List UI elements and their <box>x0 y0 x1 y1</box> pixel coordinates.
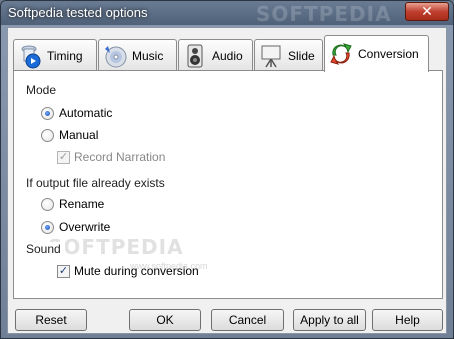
clock-icon <box>21 45 41 68</box>
help-button[interactable]: Help <box>372 309 443 331</box>
options-dialog: Softpedia tested options SOFTPEDIA ✕ Tim… <box>0 0 454 339</box>
mode-manual-radio[interactable]: Manual <box>41 128 98 142</box>
tab-audio-label: Audio <box>212 48 243 63</box>
checkbox-box: ✓ <box>57 264 70 278</box>
checkbox-box: ✓ <box>57 150 70 164</box>
output-rename-radio[interactable]: Rename <box>41 197 104 211</box>
mode-group-label-overlay: Mode <box>26 83 61 97</box>
close-button[interactable]: ✕ <box>405 2 449 21</box>
tab-audio[interactable]: Audio <box>178 39 253 71</box>
tab-music-label: Music <box>132 48 164 63</box>
record-narration-label: Record Narration <box>74 150 166 164</box>
apply-to-all-button[interactable]: Apply to all <box>293 309 366 331</box>
tab-timing-label: Timing <box>47 48 83 63</box>
dialog-body: Timing Music Audio Slide Conversion Mode… <box>7 27 447 334</box>
mode-automatic-radio[interactable]: Automatic <box>41 106 112 120</box>
sound-group-label: Sound <box>26 242 65 256</box>
tab-slide-label: Slide <box>288 48 315 63</box>
cancel-button[interactable]: Cancel <box>211 309 284 331</box>
cd-icon <box>105 45 127 67</box>
conversion-panel: Mode Automatic Manual ✓ Record Narration… <box>13 70 443 299</box>
tab-conversion-label: Conversion <box>358 47 419 61</box>
reset-button[interactable]: Reset <box>15 309 87 331</box>
output-overwrite-radio[interactable]: Overwrite <box>41 220 110 234</box>
softpedia-watermark: SOFTPEDIA <box>48 235 184 259</box>
convert-arrows-icon <box>330 43 352 65</box>
title-bar[interactable]: Softpedia tested options SOFTPEDIA ✕ <box>1 1 453 26</box>
speaker-icon <box>187 44 203 67</box>
window-title: Softpedia tested options <box>8 5 148 20</box>
radio-selected-indicator <box>41 220 54 234</box>
output-overwrite-label: Overwrite <box>59 220 111 234</box>
record-narration-checkbox[interactable]: ✓ Record Narration <box>57 150 165 164</box>
tab-music[interactable]: Music <box>98 39 177 71</box>
tab-slide[interactable]: Slide <box>254 39 323 71</box>
radio-indicator <box>41 128 54 142</box>
output-rename-label: Rename <box>59 197 105 211</box>
title-watermark: SOFTPEDIA <box>256 2 392 26</box>
tab-strip: Timing Music Audio Slide Conversion <box>13 35 443 72</box>
mode-divider <box>26 91 426 92</box>
output-group-label: If output file already exists <box>26 176 169 190</box>
softpedia-watermark-url: www.softpedia.com <box>130 261 208 271</box>
tab-conversion[interactable]: Conversion <box>324 35 429 72</box>
mode-manual-label: Manual <box>59 128 99 142</box>
radio-selected-indicator <box>41 106 54 120</box>
tab-timing[interactable]: Timing <box>13 39 97 71</box>
mode-automatic-label: Automatic <box>59 106 113 120</box>
ok-button[interactable]: OK <box>129 309 201 331</box>
radio-indicator <box>41 197 54 211</box>
projector-screen-icon <box>261 45 281 67</box>
